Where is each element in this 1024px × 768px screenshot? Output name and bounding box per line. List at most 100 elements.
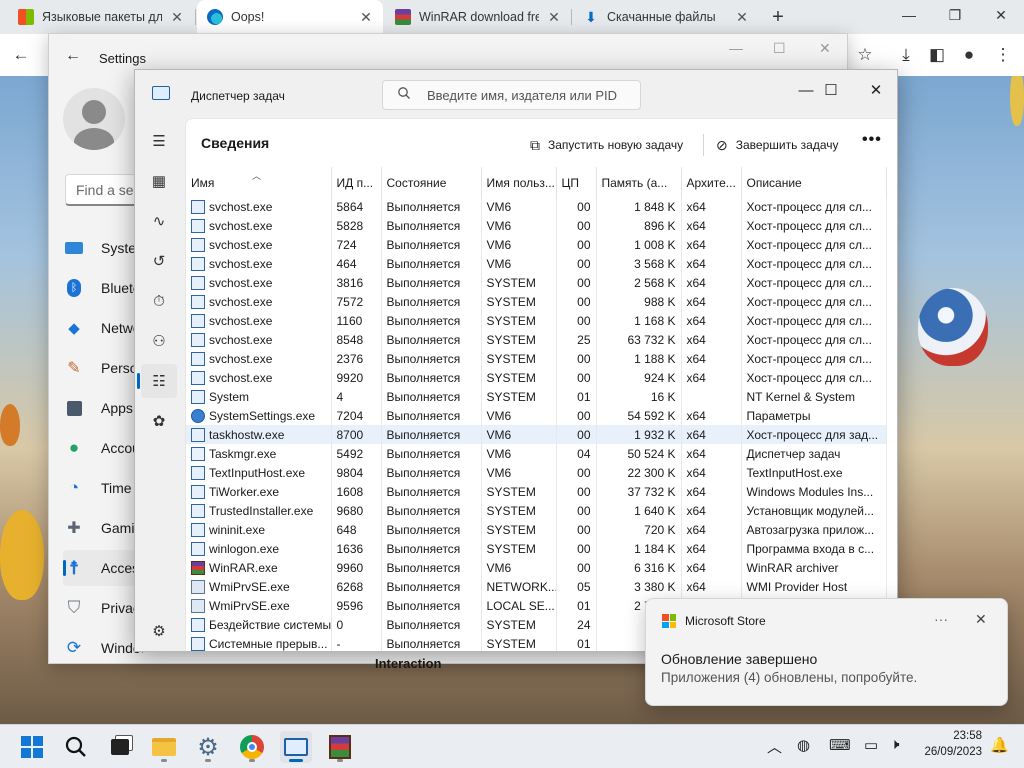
sidebar-item-privacy[interactable]: ⛉ Privacy & security bbox=[63, 590, 143, 626]
close-icon[interactable]: ✕ bbox=[359, 9, 373, 26]
keyboard-icon[interactable]: ⌨ bbox=[829, 736, 851, 754]
end-task-button[interactable]: ⊘ Завершить задачу bbox=[708, 129, 847, 161]
process-name-cell: svchost.exe bbox=[186, 368, 332, 387]
task-view-button[interactable] bbox=[104, 731, 136, 763]
users-icon[interactable]: ⚇ bbox=[141, 324, 177, 358]
favorite-star-icon[interactable]: ☆ bbox=[852, 42, 878, 68]
column-header-architecture[interactable]: Архите... bbox=[681, 167, 742, 197]
table-row[interactable]: System 4 Выполняется SYSTEM 01 16 K NT Kernel … bbox=[186, 387, 887, 406]
sidebar-icon[interactable]: ◧ bbox=[924, 42, 950, 68]
settings-app-button[interactable]: ⚙ bbox=[192, 731, 224, 763]
sidebar-item-accessibility[interactable]: ☨ Accessibility bbox=[63, 550, 143, 586]
browser-tab-language-packs[interactable]: Языковые пакеты для Windows ✕ bbox=[8, 0, 194, 34]
services-icon[interactable]: ✿ bbox=[141, 404, 177, 438]
close-window-button[interactable]: ✕ bbox=[853, 76, 897, 106]
winrar-button[interactable] bbox=[324, 731, 356, 763]
browser-tab-downloads[interactable]: ⬇ Скачанные файлы ✕ bbox=[573, 0, 759, 34]
table-row[interactable]: svchost.exe 1160 Выполняется SYSTEM 00 1 168 … bbox=[186, 311, 887, 330]
sidebar-item-accounts[interactable]: ● Accounts bbox=[63, 430, 143, 466]
table-row[interactable]: svchost.exe 5864 Выполняется VM6 00 1 848 Kx6… bbox=[186, 197, 887, 216]
table-row[interactable]: svchost.exe 464 Выполняется VM6 00 3 568 Kx64… bbox=[186, 254, 887, 273]
more-options-icon[interactable]: ··· bbox=[934, 611, 948, 627]
maximize-button[interactable]: ❐ bbox=[932, 0, 978, 30]
sidebar-item-time-language[interactable]: ◔ Time & language bbox=[63, 470, 143, 506]
minimize-button[interactable]: — bbox=[886, 0, 932, 30]
table-row[interactable]: WmiPrvSE.exe 6268 Выполняется NETWORK... 05 3… bbox=[186, 577, 887, 596]
column-header-description[interactable]: Описание bbox=[741, 167, 887, 197]
network-icon[interactable]: ▭ bbox=[864, 736, 878, 754]
close-window-button[interactable]: ✕ bbox=[978, 0, 1024, 30]
file-explorer-button[interactable] bbox=[148, 731, 180, 763]
browser-tab-winrar[interactable]: WinRAR download free ✕ bbox=[385, 0, 571, 34]
chevron-up-icon[interactable]: ︿ bbox=[767, 736, 782, 757]
table-row[interactable]: svchost.exe 2376 Выполняется SYSTEM 00 1 188 … bbox=[186, 349, 887, 368]
browser-tab-oops[interactable]: Oops! ✕ bbox=[197, 0, 383, 34]
table-row[interactable]: winlogon.exe 1636 Выполняется SYSTEM 00 1 184… bbox=[186, 539, 887, 558]
close-icon[interactable]: ✕ bbox=[975, 611, 987, 628]
table-row[interactable]: svchost.exe 9920 Выполняется SYSTEM 00 924 Kx… bbox=[186, 368, 887, 387]
table-row[interactable]: SystemSettings.exe 7204 Выполняется VM6 00 54… bbox=[186, 406, 887, 425]
column-header-pid[interactable]: ИД п... bbox=[331, 167, 382, 197]
menu-icon[interactable]: ⋮ bbox=[990, 42, 1016, 68]
minimize-button[interactable]: — bbox=[729, 40, 743, 56]
table-row[interactable]: svchost.exe 3816 Выполняется SYSTEM 00 2 568 … bbox=[186, 273, 887, 292]
search-input[interactable]: Введите имя, издателя или PID bbox=[382, 80, 641, 110]
table-row[interactable]: TrustedInstaller.exe 9680 Выполняется SYSTE… bbox=[186, 501, 887, 520]
start-button[interactable] bbox=[16, 731, 48, 763]
table-row[interactable]: svchost.exe 5828 Выполняется VM6 00 896 Kx64 Х… bbox=[186, 216, 887, 235]
table-row[interactable]: TiWorker.exe 1608 Выполняется SYSTEM 00 37 73… bbox=[186, 482, 887, 501]
app-history-icon[interactable]: ↺ bbox=[141, 244, 177, 278]
run-new-task-button[interactable]: ⧉ Запустить новую задачу bbox=[522, 129, 691, 161]
clock-date[interactable]: 26/09/2023 bbox=[920, 746, 982, 758]
close-icon[interactable]: ✕ bbox=[735, 9, 749, 26]
close-icon[interactable]: ✕ bbox=[547, 9, 561, 26]
notification-toast[interactable]: Microsoft Store ··· ✕ Обновление заверше… bbox=[645, 598, 1008, 706]
column-header-user[interactable]: Имя польз... bbox=[481, 167, 557, 197]
column-header-cpu[interactable]: ЦП bbox=[556, 167, 597, 197]
table-row[interactable]: svchost.exe 724 Выполняется VM6 00 1 008 Kx64… bbox=[186, 235, 887, 254]
search-button[interactable] bbox=[60, 731, 92, 763]
process-arch-cell: x64 bbox=[681, 406, 742, 425]
maximize-button[interactable]: ☐ bbox=[808, 76, 854, 106]
downloads-icon[interactable]: ⤓ bbox=[893, 42, 919, 68]
new-tab-button[interactable]: + bbox=[766, 5, 790, 29]
table-row[interactable]: svchost.exe 7572 Выполняется SYSTEM 00 988 Kx… bbox=[186, 292, 887, 311]
defender-icon[interactable]: ◍ bbox=[797, 736, 810, 754]
details-icon[interactable]: ☷ bbox=[137, 364, 177, 398]
avatar[interactable] bbox=[63, 88, 125, 150]
table-row[interactable]: taskhostw.exe 8700 Выполняется VM6 00 1 932 K… bbox=[186, 425, 887, 444]
sidebar-item-system[interactable]: System bbox=[63, 230, 143, 266]
sidebar-item-bluetooth[interactable]: ᛒ Bluetooth & devices bbox=[63, 270, 143, 306]
more-options-button[interactable]: ••• bbox=[862, 131, 882, 149]
profile-icon[interactable]: ● bbox=[956, 42, 982, 68]
column-header-memory[interactable]: Память (а... bbox=[596, 167, 682, 197]
settings-gear-icon[interactable]: ⚙ bbox=[141, 614, 177, 648]
chrome-button[interactable] bbox=[236, 731, 268, 763]
maximize-button[interactable]: ☐ bbox=[773, 40, 786, 57]
clock-time[interactable]: 23:58 bbox=[938, 730, 982, 742]
volume-muted-icon[interactable]: 🕨 bbox=[890, 736, 899, 753]
table-row[interactable]: Taskmgr.exe 5492 Выполняется VM6 04 50 524 Kx… bbox=[186, 444, 887, 463]
sidebar-item-gaming[interactable]: ✚ Gaming bbox=[63, 510, 143, 546]
table-row[interactable]: WinRAR.exe 9960 Выполняется VM6 00 6 316 Kx64… bbox=[186, 558, 887, 577]
table-row[interactable]: wininit.exe 648 Выполняется SYSTEM 00 720 Kx6… bbox=[186, 520, 887, 539]
back-arrow-icon[interactable]: ← bbox=[65, 47, 81, 65]
startup-apps-icon[interactable]: ⏱ bbox=[141, 284, 177, 318]
sidebar-item-network[interactable]: ◆ Network & internet bbox=[63, 310, 143, 346]
column-header-name[interactable]: ︿ Имя bbox=[186, 167, 332, 197]
task-manager-taskbar-button[interactable] bbox=[280, 731, 312, 763]
performance-icon[interactable]: ∿ bbox=[141, 204, 177, 238]
sidebar-item-personalization[interactable]: ✎ Personalization bbox=[63, 350, 143, 386]
table-row[interactable]: svchost.exe 8548 Выполняется SYSTEM 25 63 732… bbox=[186, 330, 887, 349]
sidebar-item-apps[interactable]: Apps bbox=[63, 390, 143, 426]
table-row[interactable]: TextInputHost.exe 9804 Выполняется VM6 00 22 … bbox=[186, 463, 887, 482]
notification-bell-icon[interactable]: 🔔 bbox=[990, 736, 1009, 754]
processes-icon[interactable]: ▦ bbox=[141, 164, 177, 198]
close-icon[interactable]: ✕ bbox=[170, 9, 184, 26]
hamburger-menu-icon[interactable]: ☰ bbox=[141, 124, 177, 158]
sidebar-item-windows-update[interactable]: ⟳ Windows Update bbox=[63, 630, 143, 666]
back-button[interactable]: ← bbox=[8, 42, 34, 68]
close-window-button[interactable]: ✕ bbox=[819, 40, 831, 57]
settings-search-input[interactable]: Find a setting bbox=[65, 174, 145, 206]
column-header-status[interactable]: Состояние bbox=[381, 167, 482, 197]
